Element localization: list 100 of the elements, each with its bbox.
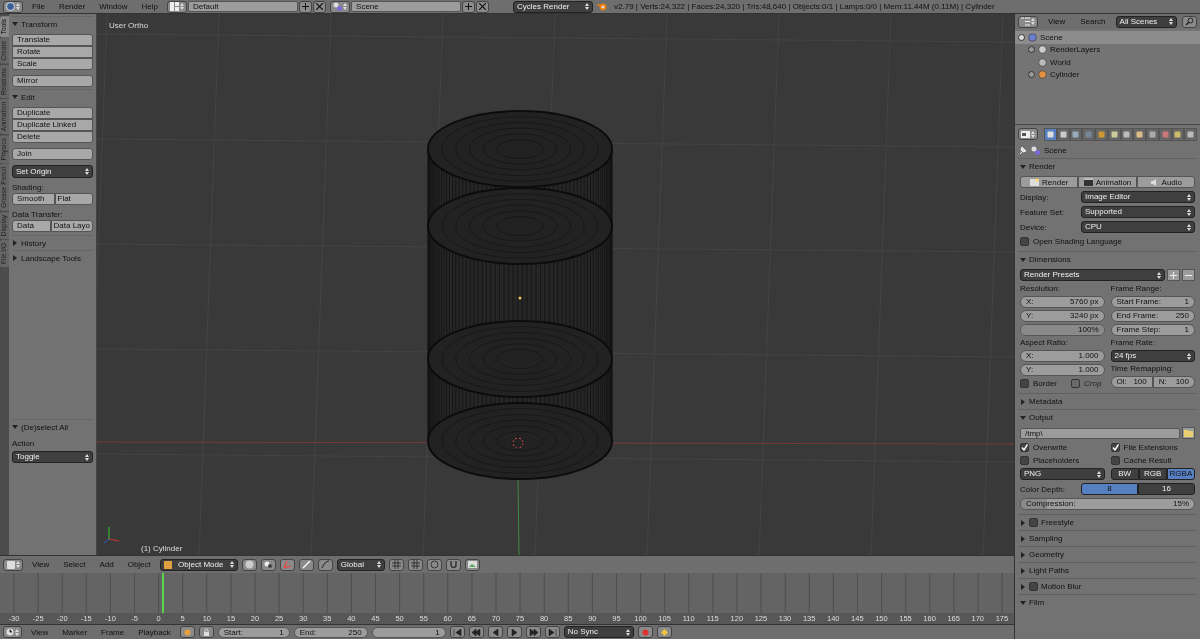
menu-item[interactable]: View [27, 560, 55, 569]
mode-dropdown[interactable]: Object Mode [159, 558, 238, 571]
action-dropdown[interactable]: Toggle [12, 451, 93, 463]
checkbox[interactable] [1029, 518, 1038, 527]
number-field[interactable]: N: 100 [1152, 376, 1195, 388]
tool-button[interactable]: Mirror [12, 75, 93, 87]
slider-field[interactable]: 100% [1020, 324, 1105, 336]
record-button[interactable] [637, 626, 653, 638]
playback-button[interactable] [468, 626, 484, 638]
pivot-button[interactable] [260, 558, 276, 571]
panel-title[interactable]: Freestyle [1041, 518, 1074, 527]
collapsed-triangle-icon[interactable] [1020, 567, 1026, 574]
add-button[interactable] [462, 0, 476, 13]
expanded-triangle-icon[interactable] [1020, 599, 1026, 606]
expanded-triangle-icon[interactable] [12, 94, 18, 100]
tool-button[interactable]: Data [12, 220, 51, 232]
menu-item[interactable]: Select [58, 560, 91, 569]
toggle-option[interactable]: RGBA [1166, 468, 1195, 480]
menu-item[interactable]: Window [94, 2, 133, 11]
collapsed-triangle-icon[interactable] [12, 240, 18, 246]
toggle-option[interactable]: RGB [1138, 468, 1167, 480]
tool-button[interactable]: Duplicate [12, 107, 93, 119]
circle-button[interactable] [426, 558, 442, 571]
properties-tab[interactable] [1044, 127, 1057, 141]
properties-tab[interactable] [1184, 127, 1197, 141]
menu-item[interactable]: Marker [57, 627, 93, 637]
move-arrow-button[interactable] [298, 558, 314, 571]
grid-button[interactable] [388, 558, 404, 571]
panel-title[interactable]: Dimensions [1029, 255, 1071, 264]
menu-item[interactable]: Search [1075, 17, 1111, 26]
record-button[interactable] [179, 626, 195, 638]
path-field[interactable]: /tmp\ [1020, 427, 1180, 439]
3d-cursor-icon[interactable] [510, 435, 526, 451]
playhead-line[interactable] [162, 573, 165, 613]
number-field[interactable]: Start Frame: 1 [1110, 296, 1195, 308]
dropdown[interactable]: Supported [1081, 206, 1195, 218]
tool-button[interactable]: Data Layo [50, 220, 93, 232]
number-field[interactable]: Y: 1.000 [1020, 364, 1105, 376]
dropdown[interactable]: PNG [1020, 468, 1105, 480]
number-field[interactable]: Y: 3240 px [1020, 310, 1105, 322]
key-button[interactable] [656, 626, 672, 638]
properties-tab[interactable] [1133, 127, 1146, 141]
orientation-dropdown[interactable]: Global [336, 558, 385, 571]
properties-tab[interactable] [1146, 127, 1159, 141]
expanded-triangle-icon[interactable] [12, 21, 18, 27]
number-field[interactable]: Frame Step: 1 [1110, 324, 1195, 336]
presets-dropdown[interactable]: Render Presets [1020, 269, 1165, 281]
tool-button[interactable]: Duplicate Linked [12, 119, 93, 131]
tool-button[interactable]: Join [12, 148, 93, 160]
checkbox[interactable] [1020, 456, 1029, 465]
panel-title[interactable]: Motion Blur [1041, 582, 1082, 591]
outliner-row[interactable]: RenderLayers [1015, 43, 1200, 56]
collapse-toggle-icon[interactable] [1018, 33, 1025, 41]
checkbox[interactable] [1020, 237, 1029, 246]
image-button[interactable] [464, 558, 480, 571]
menu-item[interactable]: View [26, 627, 54, 637]
current-frame-field[interactable]: 1 [371, 626, 446, 638]
expand-toggle-icon[interactable] [1028, 71, 1035, 79]
checkbox[interactable] [1110, 443, 1120, 452]
editor-type-button[interactable] [167, 0, 188, 13]
panel-title[interactable]: Transform [21, 19, 58, 29]
playback-button[interactable] [544, 626, 560, 638]
editor-type-button[interactable] [1018, 15, 1038, 28]
checkbox[interactable] [1110, 456, 1120, 465]
outliner-row[interactable]: Scene [1015, 31, 1200, 44]
render-button[interactable]: Render [1020, 176, 1079, 188]
toggle-option[interactable]: 16 [1138, 483, 1195, 495]
expand-toggle-icon[interactable] [1028, 46, 1035, 54]
add-button[interactable] [1167, 269, 1180, 281]
expanded-triangle-icon[interactable] [1020, 163, 1026, 170]
tool-button[interactable]: Delete [12, 131, 93, 143]
number-field[interactable]: End Frame: 250 [1110, 310, 1195, 322]
magnet-button[interactable] [445, 558, 461, 571]
tool-button[interactable]: Smooth [12, 193, 55, 205]
playback-button[interactable] [506, 626, 522, 638]
panel-title[interactable]: Metadata [1029, 397, 1063, 406]
remove-button[interactable] [1182, 269, 1195, 281]
info-editor-button[interactable] [3, 0, 23, 13]
collapsed-triangle-icon[interactable] [1020, 398, 1026, 405]
playback-button[interactable] [487, 626, 503, 638]
name-field[interactable]: Scene [351, 1, 462, 12]
checkbox[interactable] [1029, 582, 1038, 591]
lock-button[interactable] [198, 626, 214, 638]
editor-type-button[interactable] [330, 0, 351, 13]
expanded-triangle-icon[interactable] [1020, 256, 1026, 263]
sphere-button[interactable] [241, 558, 257, 571]
panel-title[interactable]: Geometry [1029, 550, 1065, 559]
name-field[interactable]: Default [188, 1, 299, 12]
panel-title[interactable]: Output [1029, 413, 1053, 422]
dropdown[interactable]: Image Editor [1081, 191, 1195, 203]
properties-tab[interactable] [1095, 127, 1108, 141]
number-field[interactable]: X: 1.000 [1020, 350, 1105, 362]
panel-title[interactable]: Edit [21, 92, 35, 102]
set-origin-dropdown[interactable]: Set Origin [12, 165, 93, 178]
end-frame-field[interactable]: End: 250 [293, 626, 368, 638]
editor-type-button[interactable] [3, 626, 22, 638]
tool-button[interactable]: Translate [12, 34, 93, 46]
menu-item[interactable]: Add [94, 560, 119, 569]
start-frame-field[interactable]: Start: 1 [217, 626, 290, 638]
add-button[interactable] [299, 0, 313, 13]
